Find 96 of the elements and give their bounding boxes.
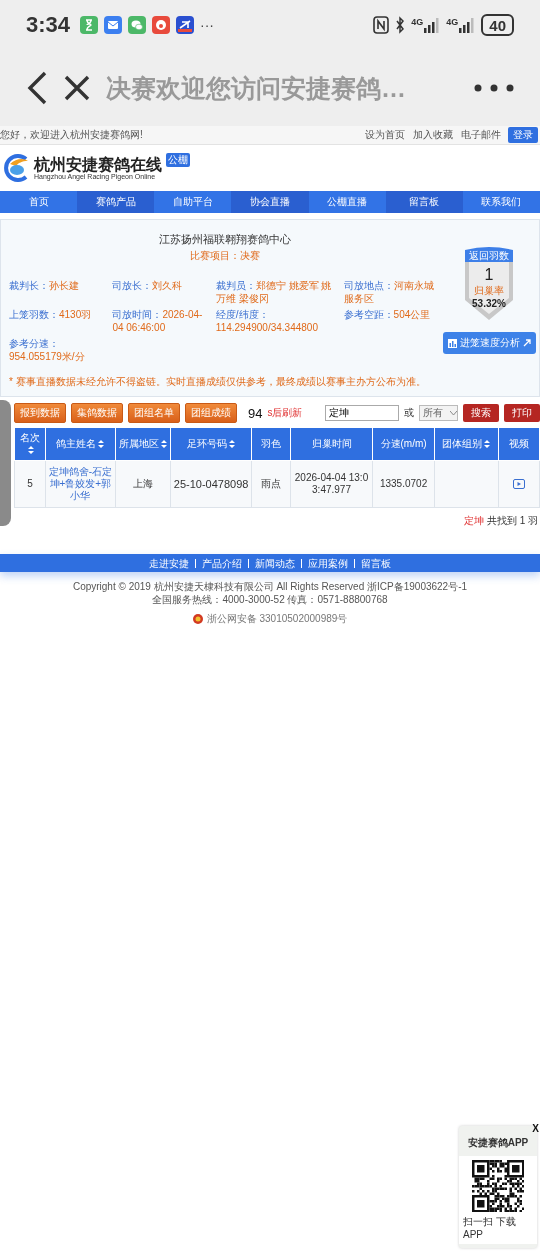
race-detail: 裁判长：孙长建 — [9, 279, 80, 293]
welcome-text: 您好，欢迎进入杭州安捷赛鸽网! — [0, 128, 144, 142]
more-icon[interactable] — [474, 84, 514, 92]
app-icon — [152, 16, 171, 34]
result-count: 定坤 共找到 1 羽 — [463, 514, 539, 528]
column-header[interactable]: 团体组别 — [434, 427, 499, 461]
header-link[interactable]: 加入收藏 — [413, 128, 453, 142]
signal-bars-icon — [459, 17, 476, 33]
sort-icon — [484, 440, 491, 449]
filter-dropdown[interactable]: 所有 — [419, 405, 458, 421]
column-header[interactable]: 归巢时间 — [290, 427, 373, 461]
table-cell: 5 — [14, 460, 46, 508]
header-link[interactable]: 设为首页 — [365, 128, 405, 142]
side-panel-handle[interactable] — [0, 400, 11, 526]
chat-icon — [128, 16, 147, 34]
nav-item[interactable]: 首页 — [0, 191, 78, 213]
page-title: 决赛欢迎您访问安捷赛鸽… — [106, 72, 407, 104]
nav-item[interactable]: 自助平台 — [154, 191, 232, 213]
header-link[interactable]: 电子邮件 — [461, 128, 501, 142]
bluetooth-icon — [395, 16, 406, 34]
search-button[interactable]: 搜索 — [463, 404, 499, 422]
table-cell: 1335.0702 — [372, 460, 435, 508]
video-icon[interactable] — [512, 479, 525, 489]
close-button[interactable]: X — [532, 1123, 539, 1134]
battery-indicator: 40 — [481, 14, 514, 36]
race-detail: 参考空距：504公里 — [343, 308, 432, 322]
race-project: 比赛项目：决赛 — [189, 249, 261, 263]
search-field[interactable]: 定坤 — [325, 405, 399, 421]
column-header[interactable]: 足环号码 — [170, 427, 252, 461]
app-icon — [176, 16, 195, 34]
column-header[interactable]: 分速(m/m) — [372, 427, 435, 461]
more-notifications: ··· — [200, 17, 215, 33]
qr-code-icon — [472, 1160, 524, 1212]
copyright-text: Copyright © 2019 杭州安捷天棣科技有限公司 All Rights Reserved 浙ICP备19003622号-1 — [71, 580, 469, 593]
table-cell: 25-10-0478098 — [170, 460, 252, 508]
sort-icon — [98, 440, 105, 449]
nav-item[interactable]: 公棚直播 — [308, 191, 386, 213]
chart-icon — [447, 338, 457, 348]
race-detail: 经度/纬度： 114.294900/34.344800 — [215, 308, 319, 334]
race-detail: 上笼羽数：4130羽 — [9, 308, 93, 322]
footer-link[interactable]: 新闻动态 — [248, 558, 301, 568]
sort-icon — [27, 446, 34, 455]
nav-item[interactable]: 赛鸽产品 — [77, 191, 155, 213]
column-header[interactable]: 名次 — [14, 427, 46, 461]
refresh-label: s后刷新 — [267, 406, 303, 420]
logo-icon — [4, 154, 30, 182]
clock-time: 3:34 — [26, 12, 71, 38]
race-detail: 参考分速： 954.055179米/分 — [9, 337, 86, 363]
or-label: 或 — [404, 406, 414, 420]
disclaimer-text: * 赛事直播数据未经允许不得盗链。实时直播成绩仅供参考，最终成绩以赛事主办方公布为准。 — [9, 375, 427, 388]
race-detail: 司放地点：河南永城服务区 — [343, 279, 435, 305]
nav-item[interactable]: 联系我们 — [462, 191, 540, 213]
data-button[interactable]: 报到数据 — [14, 403, 66, 423]
race-detail: 裁判员：郑德宁 姚爱军 姚万维 梁俊冈 — [215, 279, 333, 305]
mail-icon — [104, 16, 123, 34]
nav-item[interactable]: 留言板 — [385, 191, 463, 213]
table-cell: 雨点 — [251, 460, 291, 508]
column-header[interactable]: 鸽主姓名 — [45, 427, 116, 461]
signal-indicator: 4G — [411, 17, 441, 33]
hotline-text: 全国服务热线：4000-3000-52 传真：0571-88800768 — [151, 593, 389, 606]
nav-item[interactable]: 协会直播 — [231, 191, 309, 213]
data-button[interactable]: 团组名单 — [128, 403, 180, 423]
caret-icon — [450, 410, 457, 416]
sort-icon — [161, 440, 168, 449]
print-button[interactable]: 打印 — [504, 404, 540, 422]
column-header[interactable]: 所属地区 — [115, 427, 171, 461]
popup-title: 安捷赛鸽APP — [467, 1136, 529, 1150]
column-header[interactable]: 视频 — [498, 427, 540, 461]
race-detail: 司放长：刘久科 — [112, 279, 184, 293]
footer-link[interactable]: 走进安捷 — [143, 558, 195, 568]
countdown-number: 94 — [248, 405, 263, 421]
emblem-icon — [192, 614, 203, 624]
table-cell: 上海 — [115, 460, 171, 508]
signal-indicator: 4G — [446, 17, 476, 33]
arrow-icon — [522, 339, 531, 347]
data-button[interactable]: 团组成绩 — [185, 403, 237, 423]
organizer-title: 江苏扬州福联翱翔赛鸽中心 — [158, 232, 292, 247]
login-button[interactable]: 登录 — [508, 127, 538, 143]
footer-link[interactable]: 应用案例 — [301, 558, 354, 568]
police-record-text: 浙公网安备 33010502000989号 — [206, 612, 348, 626]
site-name: 杭州安捷赛鸽在线 — [34, 155, 162, 173]
footer-link[interactable]: 产品介绍 — [195, 558, 248, 568]
footer-link[interactable]: 留言板 — [354, 558, 397, 568]
back-icon[interactable] — [26, 71, 48, 105]
sort-icon — [229, 440, 236, 449]
nfc-icon — [373, 16, 390, 34]
speed-analysis-button[interactable]: 进笼速度分析 — [442, 332, 536, 354]
table-cell[interactable]: 定坤鸽舍-石定坤+鲁姣发+郭小华 — [45, 460, 116, 508]
table-cell: 2026-04-04 13:03:47.977 — [290, 460, 373, 508]
close-icon[interactable] — [64, 75, 90, 101]
race-detail: 司放时间：2026-04-04 06:46:00 — [112, 308, 204, 334]
category-badge: 公棚 — [166, 153, 190, 167]
column-header[interactable]: 羽色 — [251, 427, 291, 461]
qr-caption: 扫一扫 下载APP — [463, 1215, 517, 1240]
data-button[interactable]: 集鸽数据 — [71, 403, 123, 423]
signal-bars-icon — [424, 17, 441, 33]
